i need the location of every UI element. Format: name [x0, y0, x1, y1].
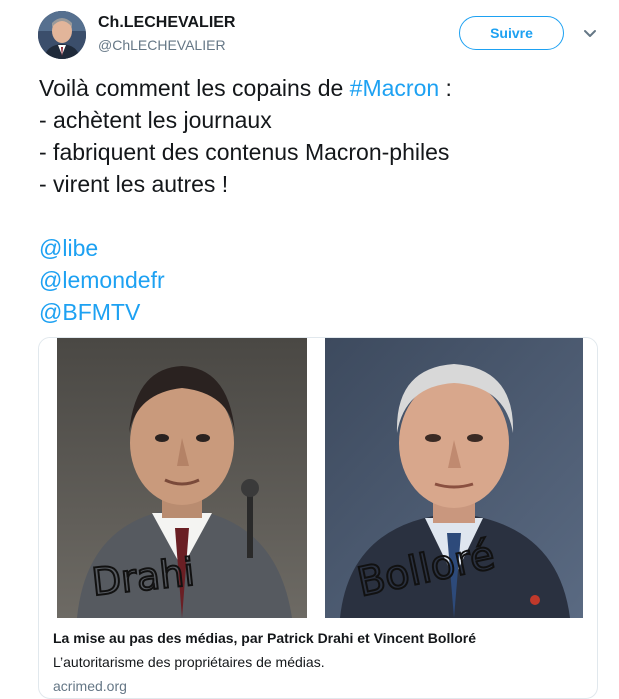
mention-link[interactable]: @lemondefr: [39, 264, 599, 296]
tweet-line-2: - achètent les journaux: [39, 107, 272, 133]
link-card[interactable]: Drahi Bolloré La mise au pas des médias,…: [38, 337, 598, 699]
card-photo-right: Bolloré: [325, 338, 583, 618]
tweet-header: Ch.LECHEVALIER @ChLECHEVALIER Suivre: [0, 0, 619, 70]
card-image[interactable]: Drahi Bolloré: [39, 338, 597, 618]
author-name[interactable]: Ch.LECHEVALIER: [98, 14, 235, 32]
tweet-line-3: - fabriquent des contenus Macron-philes: [39, 139, 450, 165]
tweet-line-1-prefix: Voilà comment les copains de: [39, 75, 350, 101]
card-photo-left: Drahi: [57, 338, 307, 618]
mention-link[interactable]: @BFMTV: [39, 296, 599, 328]
tweet-text: Voilà comment les copains de #Macron : -…: [39, 72, 599, 328]
follow-button[interactable]: Suivre: [459, 16, 564, 50]
card-description: L’autoritarisme des propriétaires de méd…: [53, 654, 325, 670]
mention-link[interactable]: @libe: [39, 232, 599, 264]
author-handle[interactable]: @ChLECHEVALIER: [98, 37, 226, 53]
chevron-down-icon[interactable]: [580, 23, 600, 43]
tweet-line-4: - virent les autres !: [39, 171, 229, 197]
avatar[interactable]: [38, 11, 86, 59]
tweet-line-1: Voilà comment les copains de #Macron :: [39, 72, 599, 104]
tweet-line-1-suffix: :: [439, 75, 452, 101]
hashtag-link[interactable]: #Macron: [350, 75, 439, 101]
tweet-spacer: [39, 200, 599, 232]
card-title[interactable]: La mise au pas des médias, par Patrick D…: [53, 630, 476, 646]
card-domain[interactable]: acrimed.org: [53, 678, 127, 694]
